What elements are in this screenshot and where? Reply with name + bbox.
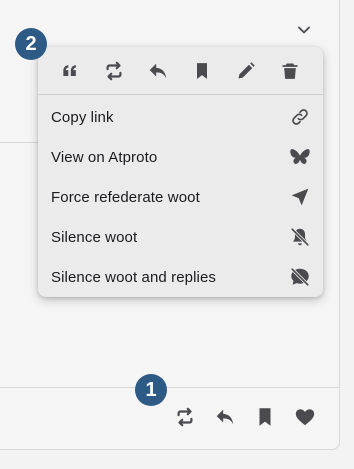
butterfly-icon xyxy=(289,146,311,168)
reply-icon[interactable] xyxy=(214,406,236,428)
chevron-down-icon[interactable] xyxy=(294,20,314,40)
divider xyxy=(0,142,40,143)
link-icon xyxy=(289,106,311,128)
delete-icon[interactable] xyxy=(279,60,301,82)
comment-off-icon xyxy=(289,266,311,288)
boost-icon[interactable] xyxy=(103,60,125,82)
menu-item-view-on-atproto[interactable]: View on Atproto xyxy=(38,137,323,177)
boost-icon[interactable] xyxy=(174,406,196,428)
menu-action-row xyxy=(38,47,323,95)
post-action-menu: Copy link View on Atproto Force refedera… xyxy=(38,47,323,297)
send-icon xyxy=(289,186,311,208)
step-badge-2: 2 xyxy=(15,28,47,60)
menu-item-force-refederate[interactable]: Force refederate woot xyxy=(38,177,323,217)
bookmark-icon[interactable] xyxy=(254,406,276,428)
menu-item-silence-woot[interactable]: Silence woot xyxy=(38,217,323,257)
menu-item-copy-link[interactable]: Copy link xyxy=(38,97,323,137)
menu-item-label: Silence woot xyxy=(51,228,138,246)
action-bar-divider xyxy=(0,387,339,388)
menu-item-label: Force refederate woot xyxy=(51,188,200,206)
heart-icon[interactable] xyxy=(294,406,316,428)
menu-item-label: Copy link xyxy=(51,108,114,126)
reply-icon[interactable] xyxy=(147,60,169,82)
bookmark-icon[interactable] xyxy=(191,60,213,82)
quote-icon[interactable] xyxy=(59,60,81,82)
menu-item-label: View on Atproto xyxy=(51,148,158,166)
bell-off-icon xyxy=(289,226,311,248)
step-badge-1: 1 xyxy=(135,374,167,406)
edit-icon[interactable] xyxy=(235,60,257,82)
menu-item-label: Silence woot and replies xyxy=(51,268,216,286)
menu-item-silence-woot-and-replies[interactable]: Silence woot and replies xyxy=(38,257,323,297)
